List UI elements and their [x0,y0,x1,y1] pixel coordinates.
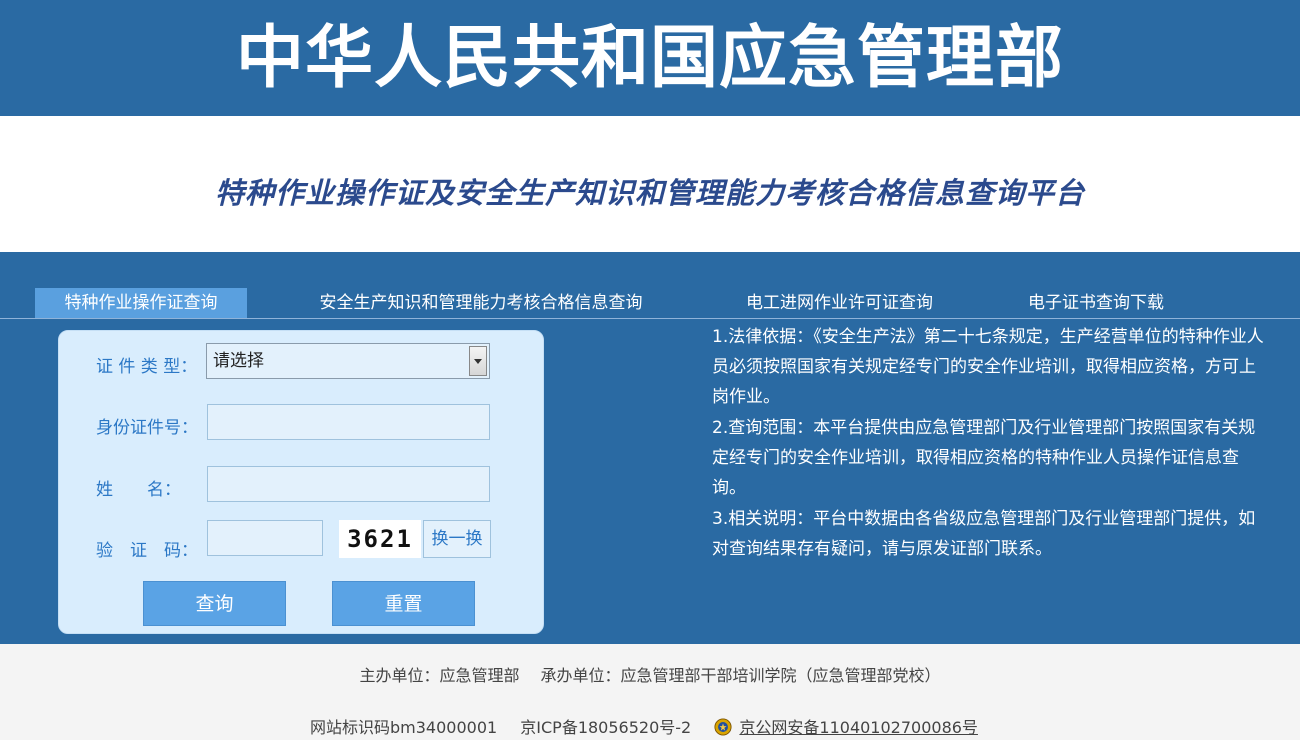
footer-police-beian-link[interactable]: 京公网安备11040102700086号 [739,718,978,737]
tab-e-certificate-download[interactable]: 电子证书查询下载 [1016,288,1176,318]
captcha-image[interactable]: 3621 [339,520,421,558]
captcha-label: 验 证 码： [96,541,198,561]
note-explanation: 3.相关说明：平台中数据由各省级应急管理部门及行业管理部门提供，如对查询结果存有… [712,509,1256,559]
note-legal-basis: 1.法律依据：《安全生产法》第二十七条规定，生产经营单位的特种作业人员必须按照国… [712,327,1264,407]
cert-type-select[interactable]: 请选择 [206,343,490,379]
footer-site-code: 网站标识码bm34000001 [310,718,498,737]
captcha-input[interactable] [207,520,323,556]
notice-text: 1.法律依据：《安全生产法》第二十七条规定，生产经营单位的特种作业人员必须按照国… [712,322,1272,565]
name-label: 姓 名： [96,480,181,500]
cert-type-selected-value: 请选择 [213,351,264,371]
id-number-label: 身份证件号： [96,418,198,438]
footer-registration: 网站标识码bm34000001 京ICP备18056520号-2 京公网安备11… [310,714,978,738]
refresh-captcha-button[interactable]: 换一换 [423,520,491,558]
footer-sponsor: 主办单位：应急管理部 [359,666,520,685]
tab-safety-knowledge-assessment[interactable]: 安全生产知识和管理能力考核合格信息查询 [300,288,662,318]
note-query-scope: 2.查询范围：本平台提供由应急管理部门及行业管理部门按照国家有关规定经专门的安全… [712,418,1256,498]
footer-units: 主办单位：应急管理部 承办单位：应急管理部干部培训学院（应急管理部党校） [0,662,1300,686]
tab-special-operation-cert[interactable]: 特种作业操作证查询 [35,288,247,318]
tab-divider [0,318,1300,319]
site-title: 中华人民共和国应急管理部 [235,19,1064,98]
footer-icp[interactable]: 京ICP备18056520号-2 [520,718,691,737]
chevron-down-icon[interactable] [469,346,487,376]
platform-title: 特种作业操作证及安全生产知识和管理能力考核合格信息查询平台 [214,176,1085,210]
id-number-input[interactable] [207,404,490,440]
query-button[interactable]: 查询 [143,581,286,626]
cert-type-label: 证 件 类 型： [96,357,198,377]
footer-organizer: 承办单位：应急管理部干部培训学院（应急管理部党校） [540,666,941,685]
tab-electrician-license[interactable]: 电工进网作业许可证查询 [732,288,947,318]
name-input[interactable] [207,466,490,502]
reset-button[interactable]: 重置 [332,581,475,626]
police-badge-icon [714,718,732,736]
